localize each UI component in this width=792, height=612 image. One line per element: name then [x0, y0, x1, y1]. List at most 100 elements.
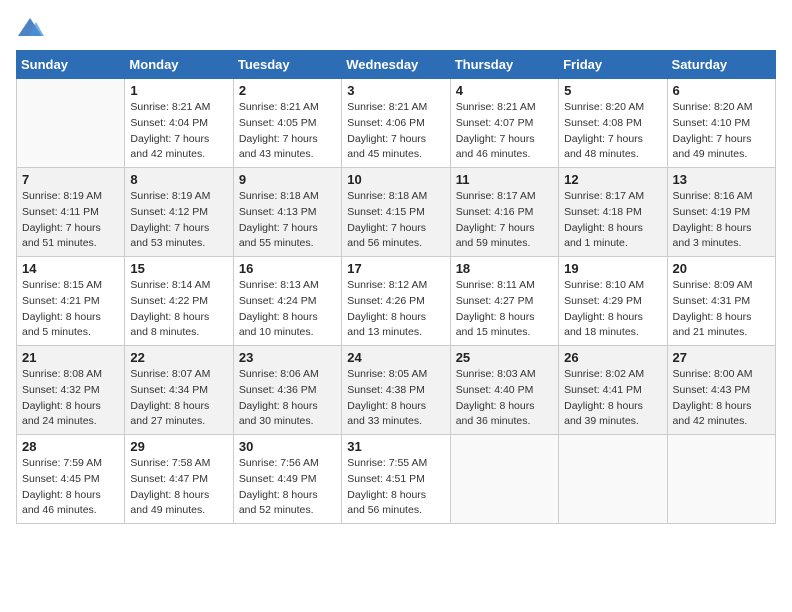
day-info: Sunrise: 8:21 AMSunset: 4:06 PMDaylight:…: [347, 100, 444, 163]
calendar-cell: [559, 435, 667, 524]
day-number: 15: [130, 261, 227, 276]
calendar-cell: 29Sunrise: 7:58 AMSunset: 4:47 PMDayligh…: [125, 435, 233, 524]
day-number: 16: [239, 261, 336, 276]
calendar-cell: 3 Sunrise: 8:21 AMSunset: 4:06 PMDaylight…: [342, 79, 450, 168]
calendar-cell: 4 Sunrise: 8:21 AMSunset: 4:07 PMDaylight…: [450, 79, 558, 168]
calendar-cell: 26Sunrise: 8:02 AMSunset: 4:41 PMDayligh…: [559, 346, 667, 435]
calendar-header-row: SundayMondayTuesdayWednesdayThursdayFrid…: [17, 51, 776, 79]
calendar-cell: 18Sunrise: 8:11 AMSunset: 4:27 PMDayligh…: [450, 257, 558, 346]
day-number: 3: [347, 83, 444, 98]
calendar-cell: 23Sunrise: 8:06 AMSunset: 4:36 PMDayligh…: [233, 346, 341, 435]
logo: [16, 16, 48, 40]
day-info: Sunrise: 8:05 AMSunset: 4:38 PMDaylight:…: [347, 367, 444, 430]
day-info: Sunrise: 7:56 AMSunset: 4:49 PMDaylight:…: [239, 456, 336, 519]
calendar-cell: 16 Sunrise: 8:13 AMSunset: 4:24 PMDayligh…: [233, 257, 341, 346]
calendar-cell: 7 Sunrise: 8:19 AMSunset: 4:11 PMDaylight…: [17, 168, 125, 257]
day-number: 12: [564, 172, 661, 187]
calendar-cell: 8 Sunrise: 8:19 AMSunset: 4:12 PMDaylight…: [125, 168, 233, 257]
day-number: 24: [347, 350, 444, 365]
header-sunday: Sunday: [17, 51, 125, 79]
day-number: 17: [347, 261, 444, 276]
calendar-cell: [667, 435, 775, 524]
calendar-table: SundayMondayTuesdayWednesdayThursdayFrid…: [16, 50, 776, 524]
calendar-cell: 20 Sunrise: 8:09 AMSunset: 4:31 PMDayligh…: [667, 257, 775, 346]
day-info: Sunrise: 8:10 AMSunset: 4:29 PMDaylight:…: [564, 278, 661, 341]
week-row-2: 7 Sunrise: 8:19 AMSunset: 4:11 PMDaylight…: [17, 168, 776, 257]
calendar-cell: 10 Sunrise: 8:18 AMSunset: 4:15 PMDayligh…: [342, 168, 450, 257]
day-number: 28: [22, 439, 119, 454]
day-number: 19: [564, 261, 661, 276]
day-info: Sunrise: 8:17 AMSunset: 4:16 PMDaylight:…: [456, 189, 553, 252]
calendar-cell: 13 Sunrise: 8:16 AMSunset: 4:19 PMDayligh…: [667, 168, 775, 257]
day-number: 21: [22, 350, 119, 365]
calendar-cell: 1 Sunrise: 8:21 AMSunset: 4:04 PMDaylight…: [125, 79, 233, 168]
day-info: Sunrise: 8:19 AMSunset: 4:11 PMDaylight:…: [22, 189, 119, 252]
calendar-cell: [450, 435, 558, 524]
calendar-cell: 6 Sunrise: 8:20 AMSunset: 4:10 PMDaylight…: [667, 79, 775, 168]
day-info: Sunrise: 8:21 AMSunset: 4:05 PMDaylight:…: [239, 100, 336, 163]
day-info: Sunrise: 8:21 AMSunset: 4:04 PMDaylight:…: [130, 100, 227, 163]
calendar-cell: 22 Sunrise: 8:07 AMSunset: 4:34 PMDayligh…: [125, 346, 233, 435]
calendar-cell: 30 Sunrise: 7:56 AMSunset: 4:49 PMDayligh…: [233, 435, 341, 524]
day-info: Sunrise: 8:17 AMSunset: 4:18 PMDaylight:…: [564, 189, 661, 252]
day-info: Sunrise: 8:20 AMSunset: 4:10 PMDaylight:…: [673, 100, 770, 163]
day-number: 4: [456, 83, 553, 98]
day-number: 22: [130, 350, 227, 365]
header-monday: Monday: [125, 51, 233, 79]
calendar-cell: 5Sunrise: 8:20 AMSunset: 4:08 PMDaylight…: [559, 79, 667, 168]
day-number: 7: [22, 172, 119, 187]
week-row-4: 21Sunrise: 8:08 AMSunset: 4:32 PMDayligh…: [17, 346, 776, 435]
header-wednesday: Wednesday: [342, 51, 450, 79]
day-number: 1: [130, 83, 227, 98]
day-info: Sunrise: 7:55 AMSunset: 4:51 PMDaylight:…: [347, 456, 444, 519]
day-info: Sunrise: 7:58 AMSunset: 4:47 PMDaylight:…: [130, 456, 227, 519]
calendar-cell: 14Sunrise: 8:15 AMSunset: 4:21 PMDayligh…: [17, 257, 125, 346]
calendar-cell: 25 Sunrise: 8:03 AMSunset: 4:40 PMDayligh…: [450, 346, 558, 435]
day-info: Sunrise: 8:18 AMSunset: 4:13 PMDaylight:…: [239, 189, 336, 252]
calendar-cell: 15 Sunrise: 8:14 AMSunset: 4:22 PMDayligh…: [125, 257, 233, 346]
day-info: Sunrise: 8:15 AMSunset: 4:21 PMDaylight:…: [22, 278, 119, 341]
day-number: 25: [456, 350, 553, 365]
calendar-cell: 27 Sunrise: 8:00 AMSunset: 4:43 PMDayligh…: [667, 346, 775, 435]
day-info: Sunrise: 8:09 AMSunset: 4:31 PMDaylight:…: [673, 278, 770, 341]
calendar-cell: 12 Sunrise: 8:17 AMSunset: 4:18 PMDayligh…: [559, 168, 667, 257]
day-info: Sunrise: 8:07 AMSunset: 4:34 PMDaylight:…: [130, 367, 227, 430]
week-row-3: 14Sunrise: 8:15 AMSunset: 4:21 PMDayligh…: [17, 257, 776, 346]
day-info: Sunrise: 8:18 AMSunset: 4:15 PMDaylight:…: [347, 189, 444, 252]
calendar-cell: 28 Sunrise: 7:59 AMSunset: 4:45 PMDayligh…: [17, 435, 125, 524]
day-info: Sunrise: 8:00 AMSunset: 4:43 PMDaylight:…: [673, 367, 770, 430]
calendar-cell: 11 Sunrise: 8:17 AMSunset: 4:16 PMDayligh…: [450, 168, 558, 257]
day-number: 8: [130, 172, 227, 187]
day-number: 9: [239, 172, 336, 187]
day-number: 20: [673, 261, 770, 276]
calendar-cell: 19 Sunrise: 8:10 AMSunset: 4:29 PMDayligh…: [559, 257, 667, 346]
calendar-cell: 2 Sunrise: 8:21 AMSunset: 4:05 PMDaylight…: [233, 79, 341, 168]
day-number: 10: [347, 172, 444, 187]
header-tuesday: Tuesday: [233, 51, 341, 79]
day-number: 31: [347, 439, 444, 454]
header: [16, 16, 776, 40]
day-info: Sunrise: 8:21 AMSunset: 4:07 PMDaylight:…: [456, 100, 553, 163]
logo-icon: [16, 16, 44, 40]
calendar-cell: 17Sunrise: 8:12 AMSunset: 4:26 PMDayligh…: [342, 257, 450, 346]
day-info: Sunrise: 8:16 AMSunset: 4:19 PMDaylight:…: [673, 189, 770, 252]
day-info: Sunrise: 8:13 AMSunset: 4:24 PMDaylight:…: [239, 278, 336, 341]
day-info: Sunrise: 8:06 AMSunset: 4:36 PMDaylight:…: [239, 367, 336, 430]
day-number: 6: [673, 83, 770, 98]
day-info: Sunrise: 7:59 AMSunset: 4:45 PMDaylight:…: [22, 456, 119, 519]
day-info: Sunrise: 8:19 AMSunset: 4:12 PMDaylight:…: [130, 189, 227, 252]
day-number: 13: [673, 172, 770, 187]
day-number: 27: [673, 350, 770, 365]
day-info: Sunrise: 8:11 AMSunset: 4:27 PMDaylight:…: [456, 278, 553, 341]
day-number: 11: [456, 172, 553, 187]
calendar-cell: 31 Sunrise: 7:55 AMSunset: 4:51 PMDayligh…: [342, 435, 450, 524]
day-info: Sunrise: 8:03 AMSunset: 4:40 PMDaylight:…: [456, 367, 553, 430]
day-number: 2: [239, 83, 336, 98]
header-saturday: Saturday: [667, 51, 775, 79]
header-friday: Friday: [559, 51, 667, 79]
week-row-5: 28 Sunrise: 7:59 AMSunset: 4:45 PMDayligh…: [17, 435, 776, 524]
calendar-cell: 21Sunrise: 8:08 AMSunset: 4:32 PMDayligh…: [17, 346, 125, 435]
day-number: 30: [239, 439, 336, 454]
day-info: Sunrise: 8:14 AMSunset: 4:22 PMDaylight:…: [130, 278, 227, 341]
day-number: 5: [564, 83, 661, 98]
